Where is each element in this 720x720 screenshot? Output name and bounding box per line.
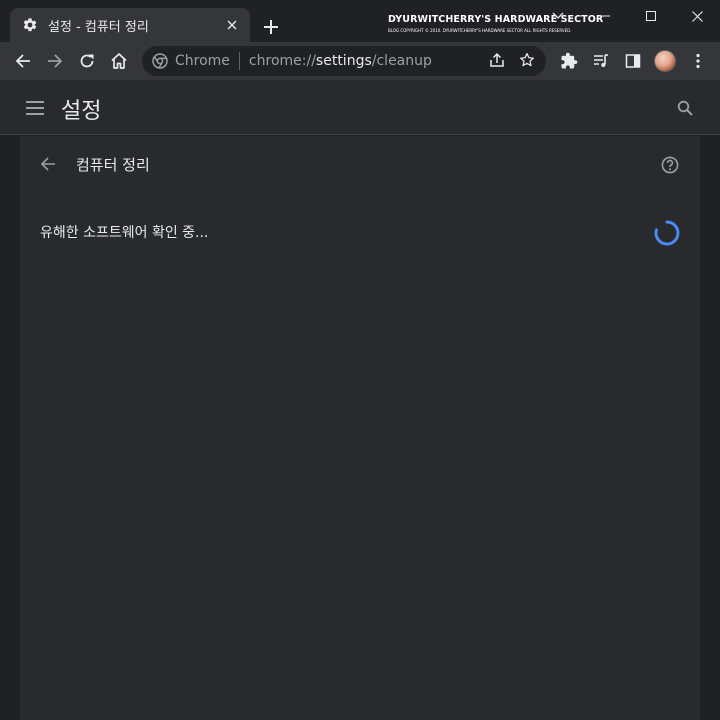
bookmark-star-icon[interactable] bbox=[518, 51, 538, 71]
reload-button[interactable] bbox=[73, 47, 101, 75]
browser-toolbar: Chrome chrome://settings/cleanup bbox=[0, 42, 720, 80]
main-menu-button[interactable] bbox=[22, 95, 48, 121]
tab-search-button[interactable] bbox=[548, 6, 568, 26]
window-close-button[interactable] bbox=[674, 0, 720, 32]
minimize-button[interactable] bbox=[582, 0, 628, 32]
chevron-down-icon bbox=[552, 12, 564, 19]
settings-search-button[interactable] bbox=[672, 95, 698, 121]
hamburger-icon bbox=[26, 101, 44, 115]
tab-settings-cleanup[interactable]: 설정 - 컴퓨터 정리 bbox=[10, 8, 250, 42]
url-scheme: chrome:// bbox=[248, 53, 316, 69]
arrow-left-icon bbox=[40, 157, 55, 171]
url-text: chrome://settings/cleanup bbox=[249, 53, 432, 69]
watermark-logo: DYURWITCHERRY'S HARDWARE SECTOR BLOG COP… bbox=[388, 14, 604, 36]
extensions-button[interactable] bbox=[555, 47, 583, 75]
media-controls-button[interactable] bbox=[587, 47, 615, 75]
watermark-subtitle: BLOG COPYRIGHT © 2010. DYURWITCHERRY'S H… bbox=[388, 28, 572, 33]
arrow-left-icon bbox=[15, 54, 30, 68]
url-path: /cleanup bbox=[371, 53, 432, 69]
reload-icon bbox=[80, 54, 94, 68]
tab-title: 설정 - 컴퓨터 정리 bbox=[48, 19, 149, 35]
url-host: settings bbox=[315, 53, 372, 69]
profile-avatar[interactable] bbox=[654, 50, 676, 72]
settings-header: 설정 bbox=[0, 80, 720, 135]
side-panel-button[interactable] bbox=[619, 47, 647, 75]
site-chip: Chrome bbox=[175, 53, 230, 69]
omnibox-divider bbox=[238, 52, 240, 70]
close-icon[interactable] bbox=[222, 15, 242, 35]
home-button[interactable] bbox=[105, 47, 133, 75]
title-bar: 설정 - 컴퓨터 정리 DYURWITCHERRY'S HARDWARE SEC… bbox=[0, 0, 720, 42]
address-bar[interactable]: Chrome chrome://settings/cleanup bbox=[142, 46, 546, 76]
back-button[interactable] bbox=[9, 47, 37, 75]
new-tab-button[interactable] bbox=[258, 14, 284, 40]
puzzle-icon bbox=[561, 52, 578, 69]
close-icon bbox=[691, 10, 703, 22]
share-icon[interactable] bbox=[488, 51, 508, 71]
gear-icon bbox=[22, 17, 38, 33]
help-button[interactable] bbox=[658, 153, 682, 177]
subpage-back-button[interactable] bbox=[36, 152, 60, 176]
subpage-title: 컴퓨터 정리 bbox=[76, 156, 150, 174]
help-circle-icon bbox=[661, 156, 679, 174]
playlist-music-icon bbox=[594, 54, 608, 67]
forward-button[interactable] bbox=[41, 47, 69, 75]
page-title: 설정 bbox=[61, 99, 102, 124]
more-menu-button[interactable] bbox=[684, 47, 712, 75]
minimize-icon bbox=[600, 15, 610, 17]
maximize-icon bbox=[646, 11, 656, 21]
watermark-title: DYURWITCHERRY'S HARDWARE SECTOR bbox=[388, 14, 604, 25]
side-panel-icon bbox=[625, 54, 641, 68]
loading-spinner-icon bbox=[654, 220, 680, 246]
cleanup-card: 컴퓨터 정리 유해한 소프트웨어 확인 중... bbox=[20, 136, 700, 720]
more-vertical-icon bbox=[696, 53, 700, 69]
maximize-button[interactable] bbox=[628, 0, 674, 32]
chrome-logo-icon bbox=[152, 53, 168, 69]
search-icon bbox=[677, 100, 693, 116]
plus-icon bbox=[264, 20, 278, 34]
home-icon bbox=[111, 53, 127, 69]
scan-status-text: 유해한 소프트웨어 확인 중... bbox=[40, 225, 209, 241]
arrow-right-icon bbox=[48, 54, 63, 68]
